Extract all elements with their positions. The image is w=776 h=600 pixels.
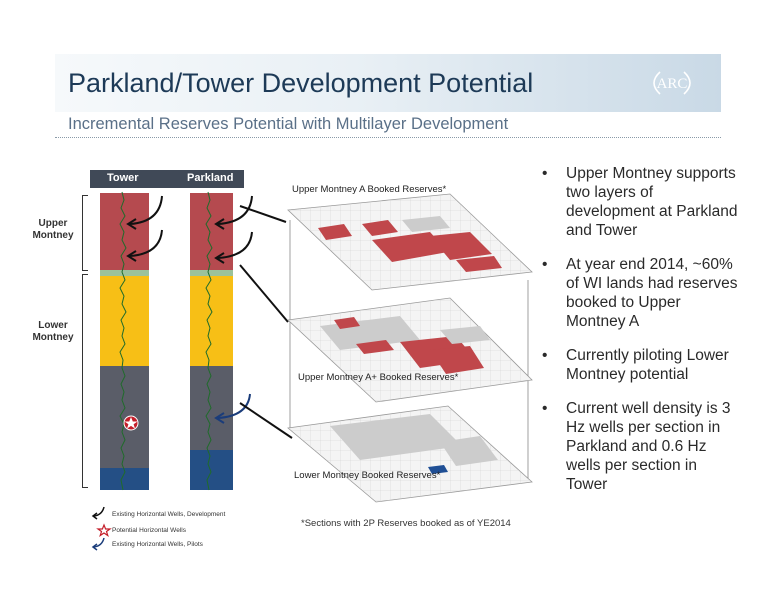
map-label-lower: Lower Montney Booked Reserves* [294,470,441,481]
reserve-maps [287,193,533,503]
legend-potential: Potential Horizontal Wells [112,527,186,534]
bullet-item: Current well density is 3 Hz wells per s… [540,399,740,494]
legend-existing-pilot: Existing Horizontal Wells, Pilots [112,541,203,548]
parkland-log-trace [205,191,213,491]
map-upper-montney-a [287,193,533,291]
map-label-upper-a-plus: Upper Montney A+ Booked Reserves* [298,372,459,383]
map-lower-montney [287,405,533,503]
footnote: *Sections with 2P Reserves booked as of … [301,518,511,529]
legend-star-icon [96,523,112,537]
bullet-item: At year end 2014, ~60% of WI lands had r… [540,255,740,331]
map-label-upper-a: Upper Montney A Booked Reserves* [292,184,447,195]
legend-existing-dev: Existing Horizontal Wells, Development [112,511,226,518]
bullet-item: Upper Montney supports two layers of dev… [540,164,740,240]
slide: Parkland/Tower Development Potential ARC… [0,0,776,600]
bullet-item: Currently piloting Lower Montney potenti… [540,346,740,384]
bullet-list: Upper Montney supports two layers of dev… [540,164,740,509]
tower-log-trace [119,191,127,491]
map-upper-montney-a-plus [287,297,533,403]
